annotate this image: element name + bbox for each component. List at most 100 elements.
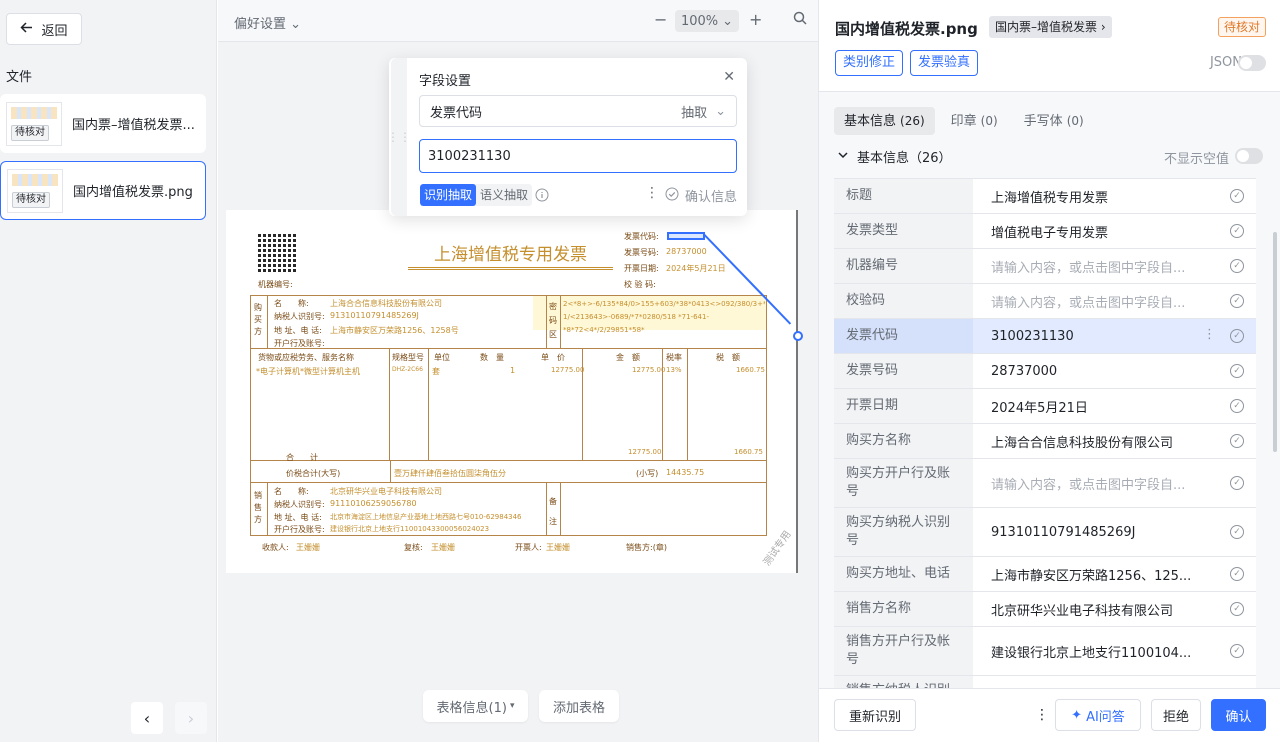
field-value[interactable]: 2024年5月21日 — [973, 389, 1256, 423]
table-row[interactable]: 发票类型 增值税电子专用发票 ✓ — [834, 214, 1256, 249]
tab-basic-info[interactable]: 基本信息 (26) — [834, 107, 935, 135]
confirm-info-label: 确认信息 — [685, 190, 738, 205]
field-value[interactable]: 上海市静安区万荣路1256、125... — [973, 557, 1256, 591]
check-circle-icon[interactable]: ✓ — [1230, 434, 1244, 448]
item-unit: 套 — [432, 367, 440, 376]
reject-button[interactable]: 拒绝 — [1151, 699, 1201, 731]
next-page-button[interactable]: › — [175, 702, 207, 734]
action-footer: 重新识别 ⋮ ✦ AI问答 拒绝 确认 — [819, 688, 1280, 742]
result-file-title: 国内增值税发票.png — [835, 20, 978, 38]
table-row[interactable]: 开票日期 2024年5月21日 ✓ — [834, 389, 1256, 424]
confirm-button[interactable]: 确认 — [1211, 699, 1266, 731]
info-icon[interactable] — [535, 188, 549, 206]
tab-seal[interactable]: 印章 (0) — [941, 107, 1008, 135]
field-value-placeholder[interactable]: 请输入内容，或点击图中字段自... — [973, 459, 1256, 507]
field-value[interactable]: 上海增值税专用发票 — [973, 179, 1256, 213]
check-circle-icon[interactable]: ✓ — [1230, 189, 1244, 203]
payee-label: 收款人: — [262, 543, 289, 552]
field-value-placeholder[interactable]: 请输入内容，或点击图中字段自... — [973, 284, 1256, 318]
tab-count: (0) — [1066, 114, 1084, 128]
connector-handle[interactable] — [793, 331, 803, 341]
field-key: 发票代码 — [834, 319, 973, 353]
zoom-in-button[interactable]: + — [749, 10, 762, 29]
more-icon[interactable]: ⋮ — [645, 185, 659, 201]
date-value: 2024年5月21日 — [666, 264, 726, 273]
field-value[interactable] — [973, 676, 1256, 688]
back-button[interactable]: 返回 — [6, 13, 82, 45]
scrollbar[interactable] — [1273, 232, 1277, 452]
invoice-image[interactable]: 上海增值税专用发票 发票代码: 发票号码: 28737000 开票日期: 202… — [226, 210, 803, 573]
prev-page-button[interactable]: ‹ — [131, 702, 163, 734]
table-row[interactable]: 购买方地址、电话 上海市静安区万荣路1256、125... ✓ — [834, 557, 1256, 592]
check-circle-icon[interactable]: ✓ — [1230, 259, 1244, 273]
table-row[interactable]: 机器编号 请输入内容，或点击图中字段自... ✓ — [834, 249, 1256, 284]
table-row[interactable]: 销售方名称 北京研华兴业电子科技有限公司 ✓ — [834, 592, 1256, 627]
table-row[interactable]: 购买方开户行及账号 请输入内容，或点击图中字段自... ✓ — [834, 459, 1256, 508]
field-key: 机器编号 — [834, 249, 973, 283]
more-icon[interactable]: ⋮ — [1035, 707, 1049, 723]
zoom-select[interactable]: 100% ⌄ — [675, 10, 739, 32]
check-circle-icon[interactable]: ✓ — [1230, 525, 1244, 539]
re-recognize-button[interactable]: 重新识别 — [834, 699, 916, 731]
file-name: 国内票–增值税发票... — [72, 118, 195, 133]
json-toggle[interactable] — [1238, 55, 1266, 71]
table-row[interactable]: 购买方纳税人识别号 91310110791485269J ✓ — [834, 508, 1256, 557]
hide-empty-toggle[interactable] — [1235, 148, 1263, 164]
table-row[interactable]: 购买方名称 上海合合信息科技股份有限公司 ✓ — [834, 424, 1256, 459]
field-highlight-box[interactable] — [667, 232, 705, 240]
field-value[interactable]: 建设银行北京上地支行1100104... — [973, 627, 1256, 675]
check-circle-icon[interactable]: ✓ — [1230, 602, 1244, 616]
sum-small-label: (小写) — [636, 469, 659, 478]
check-circle-icon[interactable]: ✓ — [1230, 567, 1244, 581]
confirm-info-button[interactable]: 确认信息 — [665, 186, 737, 205]
ai-qa-button[interactable]: ✦ AI问答 — [1055, 699, 1141, 731]
search-icon[interactable] — [793, 11, 807, 29]
table-row[interactable]: 销售方纳税人识别号 — [834, 676, 1256, 688]
seller-name-label: 名 称: — [274, 487, 309, 496]
file-item[interactable]: 待核对 国内票–增值税发票... — [0, 94, 206, 153]
table-row[interactable]: 销售方开户行及帐号 建设银行北京上地支行1100104... ✓ — [834, 627, 1256, 676]
drag-handle-icon[interactable]: ⋮⋮ — [387, 58, 411, 216]
check-circle-icon[interactable]: ✓ — [1230, 644, 1244, 658]
file-item-selected[interactable]: 待核对 国内增值税发票.png — [0, 161, 206, 220]
category-correct-button[interactable]: 类别修正 — [835, 50, 904, 76]
table-row-selected[interactable]: 发票代码 3100231130 ⋮ ✓ — [834, 319, 1256, 354]
check-circle-icon[interactable]: ✓ — [1230, 329, 1244, 343]
tax-header: 税 额 — [716, 353, 740, 362]
machine-label: 机器编号: — [258, 280, 293, 289]
tab-semantic-extract[interactable]: 语义抽取 — [476, 184, 532, 206]
document-viewer: 偏好设置 ⌄ − 100% ⌄ + 上海增值税专用发票 发票代码: 发票号码: … — [218, 0, 818, 742]
check-circle-icon[interactable]: ✓ — [1230, 476, 1244, 490]
field-value-input[interactable]: 3100231130 — [419, 139, 737, 173]
arrow-left-icon — [20, 21, 33, 38]
close-icon[interactable]: ✕ — [723, 69, 735, 85]
field-value[interactable]: 上海合合信息科技股份有限公司 — [973, 424, 1256, 458]
invoice-verify-button[interactable]: 发票验真 — [910, 50, 979, 76]
tab-handwriting[interactable]: 手写体 (0) — [1014, 107, 1094, 135]
add-table-button[interactable]: 添加表格 — [539, 690, 619, 722]
more-icon[interactable]: ⋮ — [1203, 327, 1216, 342]
table-info-button[interactable]: 表格信息(1) ▾ — [423, 690, 528, 722]
table-row[interactable]: 标题 上海增值税专用发票 ✓ — [834, 179, 1256, 214]
check-circle-icon[interactable]: ✓ — [1230, 224, 1244, 238]
category-tag[interactable]: 国内票–增值税发票 › — [989, 16, 1112, 38]
preferences-dropdown[interactable]: 偏好设置 ⌄ — [234, 13, 301, 32]
seller-stamp-label: 销售方:(章) — [626, 543, 667, 552]
check-circle-icon[interactable]: ✓ — [1230, 294, 1244, 308]
check-circle-icon[interactable]: ✓ — [1230, 399, 1244, 413]
check-circle-icon[interactable]: ✓ — [1230, 364, 1244, 378]
table-row[interactable]: 校验码 请输入内容，或点击图中字段自... ✓ — [834, 284, 1256, 319]
field-value[interactable]: 28737000 — [973, 354, 1256, 388]
tab-recognize-extract[interactable]: 识别抽取 — [420, 184, 477, 206]
caret-down-icon: ▾ — [509, 701, 515, 711]
field-value-placeholder[interactable]: 请输入内容，或点击图中字段自... — [973, 249, 1256, 283]
field-select[interactable]: 发票代码 抽取 ⌄ — [419, 95, 737, 127]
zoom-out-button[interactable]: − — [654, 10, 667, 29]
field-value[interactable]: 91310110791485269J — [973, 508, 1256, 556]
back-label: 返回 — [41, 23, 68, 39]
field-value[interactable]: 增值税电子专用发票 — [973, 214, 1256, 248]
table-info-label: 表格信息(1) — [436, 700, 507, 716]
table-row[interactable]: 发票号码 28737000 ✓ — [834, 354, 1256, 389]
field-value[interactable]: 北京研华兴业电子科技有限公司 — [973, 592, 1256, 626]
section-header[interactable]: 基本信息（26） — [837, 147, 952, 166]
